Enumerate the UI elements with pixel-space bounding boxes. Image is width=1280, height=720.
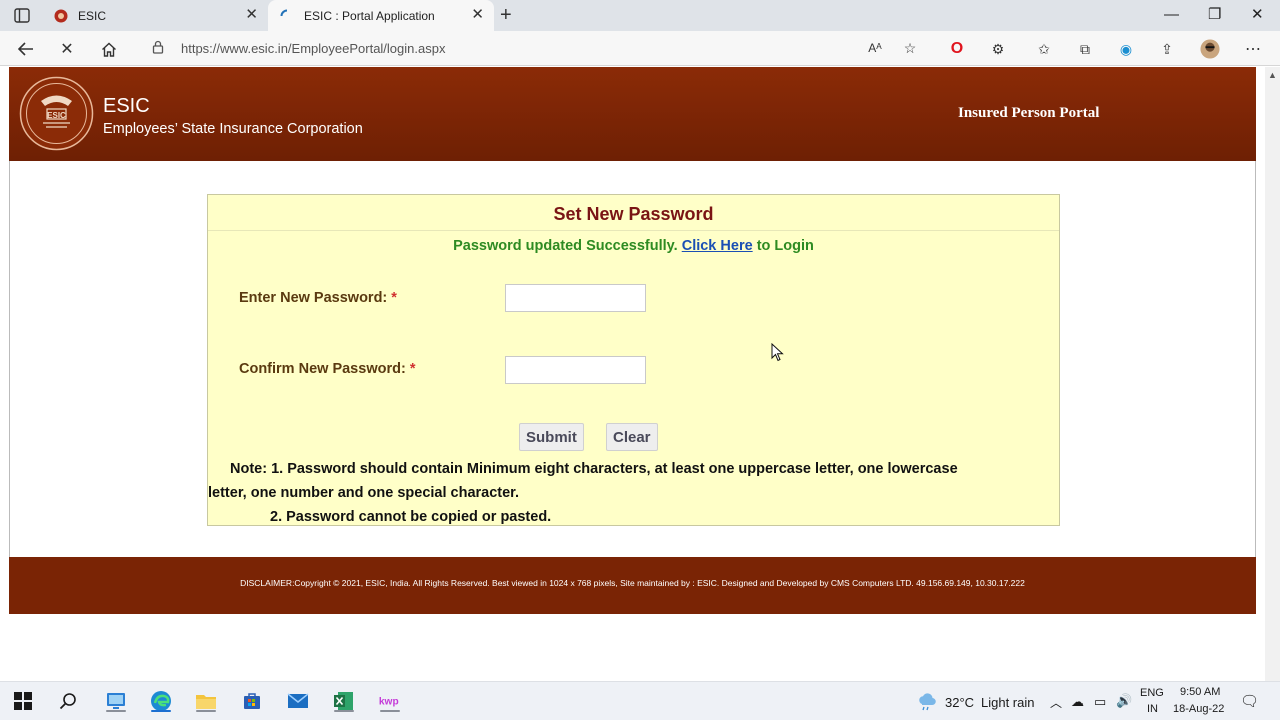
page-border-left xyxy=(9,161,10,557)
portal-title: Insured Person Portal xyxy=(958,105,1100,121)
loading-spinner-icon xyxy=(280,9,294,23)
close-tab-icon[interactable]: ✕ xyxy=(245,7,258,23)
language-region[interactable]: IN xyxy=(1147,703,1158,715)
brand-subtitle: Employees’ State Insurance Corporation xyxy=(103,121,363,137)
confirm-password-label: Confirm New Password: * xyxy=(239,361,416,377)
browser-toolbar: ✕ https://www.esic.in/EmployeePortal/log… xyxy=(0,31,1280,66)
stop-loading-icon[interactable]: ✕ xyxy=(56,38,78,60)
login-suffix: to Login xyxy=(756,238,814,254)
read-aloud-icon[interactable]: Aᴬ xyxy=(865,38,885,58)
svg-text:kwp: kwp xyxy=(379,697,399,708)
site-header: ESIC ESIC Employees’ State Insurance Cor… xyxy=(9,67,1256,161)
profile-avatar[interactable] xyxy=(1200,39,1220,59)
weather-description[interactable]: Light rain xyxy=(981,695,1034,710)
confirm-password-input[interactable] xyxy=(505,356,646,384)
tab-actions-icon[interactable] xyxy=(14,8,30,23)
clock-date[interactable]: 18-Aug-22 xyxy=(1173,703,1224,715)
tab-title: ESIC xyxy=(78,8,107,23)
lock-icon[interactable] xyxy=(152,40,164,59)
video-editor-icon[interactable]: kwp xyxy=(378,689,402,713)
more-options-icon[interactable]: ⋯ xyxy=(1243,39,1263,59)
clock-time[interactable]: 9:50 AM xyxy=(1180,686,1220,698)
browser-essentials-icon[interactable]: ◉ xyxy=(1116,39,1136,59)
browser-tab-strip: ESIC ✕ ESIC : Portal Application ✕ + — ❐… xyxy=(0,0,1280,31)
clear-button[interactable]: Clear xyxy=(606,423,658,451)
back-arrow-icon[interactable] xyxy=(15,38,37,60)
note-line: 2. Password cannot be copied or pasted. xyxy=(270,509,552,525)
page-scrollbar[interactable] xyxy=(1265,67,1280,681)
file-explorer-icon[interactable] xyxy=(194,689,218,713)
app-running-indicator xyxy=(106,710,126,712)
brand-name: ESIC xyxy=(103,95,150,117)
weather-icon[interactable] xyxy=(916,692,938,717)
favorites-icon[interactable]: ✩ xyxy=(1034,39,1054,59)
password-note: Note: 1. Password should contain Minimum… xyxy=(208,457,1059,529)
app-running-indicator xyxy=(196,710,216,712)
app-running-indicator xyxy=(334,710,354,712)
extensions-icon[interactable]: ⚙ xyxy=(988,39,1008,59)
scroll-up-arrow-icon[interactable]: ▲ xyxy=(1268,70,1277,80)
windows-taskbar: kwp 32°C Light rain ︿ ☁ ▭ 🔊 ENG IN 9:50 … xyxy=(0,681,1280,720)
svg-text:ESIC: ESIC xyxy=(47,111,66,120)
page-viewport: ESIC ESIC Employees’ State Insurance Cor… xyxy=(0,67,1265,681)
weather-temperature[interactable]: 32°C xyxy=(945,695,974,710)
excel-icon[interactable] xyxy=(332,689,356,713)
show-hidden-icons-icon[interactable]: ︿ xyxy=(1050,694,1062,711)
new-tab-icon[interactable]: + xyxy=(500,3,512,27)
collections-icon[interactable]: ⧉ xyxy=(1075,39,1095,59)
tab-title: ESIC : Portal Application xyxy=(304,8,435,23)
success-text: Password updated Successfully. xyxy=(453,238,678,254)
language-indicator[interactable]: ENG xyxy=(1140,687,1164,699)
esic-logo: ESIC xyxy=(19,76,94,151)
volume-icon[interactable]: 🔊 xyxy=(1116,693,1132,709)
required-marker: * xyxy=(409,361,416,377)
mouse-cursor-icon xyxy=(771,343,784,362)
mail-icon[interactable] xyxy=(286,689,310,713)
new-password-input[interactable] xyxy=(505,284,646,312)
address-bar[interactable]: https://www.esic.in/EmployeePortal/login… xyxy=(138,34,930,62)
new-password-label: Enter New Password: * xyxy=(239,290,397,306)
onedrive-cloud-icon[interactable]: ☁ xyxy=(1071,694,1084,710)
site-footer: DISCLAIMER:Copyright © 2021, ESIC, India… xyxy=(9,557,1256,614)
store-icon[interactable] xyxy=(240,689,264,713)
close-tab-icon[interactable]: ✕ xyxy=(471,7,484,23)
note-line: Note: 1. Password should contain Minimum… xyxy=(230,461,958,477)
home-icon[interactable] xyxy=(98,38,120,60)
restore-icon[interactable]: ❐ xyxy=(1208,5,1221,25)
app-active-indicator xyxy=(151,710,171,712)
add-favorite-icon[interactable]: ☆ xyxy=(900,38,920,58)
note-line: letter, one number and one special chara… xyxy=(208,485,520,501)
set-password-panel: Set New Password Password updated Succes… xyxy=(207,194,1060,526)
url-text[interactable]: https://www.esic.in/EmployeePortal/login… xyxy=(181,41,445,56)
share-icon[interactable]: ⇪ xyxy=(1157,39,1177,59)
login-link[interactable]: Click Here xyxy=(682,238,753,254)
form-title: Set New Password xyxy=(553,204,714,224)
submit-button[interactable]: Submit xyxy=(519,423,584,451)
edge-browser-icon[interactable] xyxy=(149,689,173,713)
disclaimer-text: DISCLAIMER:Copyright © 2021, ESIC, India… xyxy=(240,578,1025,588)
windows-start-icon[interactable] xyxy=(11,689,35,713)
required-marker: * xyxy=(391,290,397,306)
esic-favicon-icon xyxy=(54,9,68,23)
minimize-icon[interactable]: — xyxy=(1164,5,1179,25)
page-border-right xyxy=(1255,161,1256,557)
opera-extension-icon[interactable]: O xyxy=(947,39,967,59)
close-window-icon[interactable]: ✕ xyxy=(1251,5,1264,25)
network-icon[interactable]: ▭ xyxy=(1094,694,1106,710)
divider xyxy=(208,230,1059,231)
status-message: Password updated Successfully. Click Her… xyxy=(208,238,1059,254)
search-icon[interactable] xyxy=(56,689,80,713)
app-running-indicator xyxy=(380,710,400,712)
browser-tab-portal[interactable]: ESIC : Portal Application ✕ xyxy=(268,0,494,31)
remote-desktop-icon[interactable] xyxy=(104,689,128,713)
notifications-icon[interactable]: 🗨 xyxy=(1240,692,1259,710)
browser-tab-esic[interactable]: ESIC ✕ xyxy=(44,0,268,31)
